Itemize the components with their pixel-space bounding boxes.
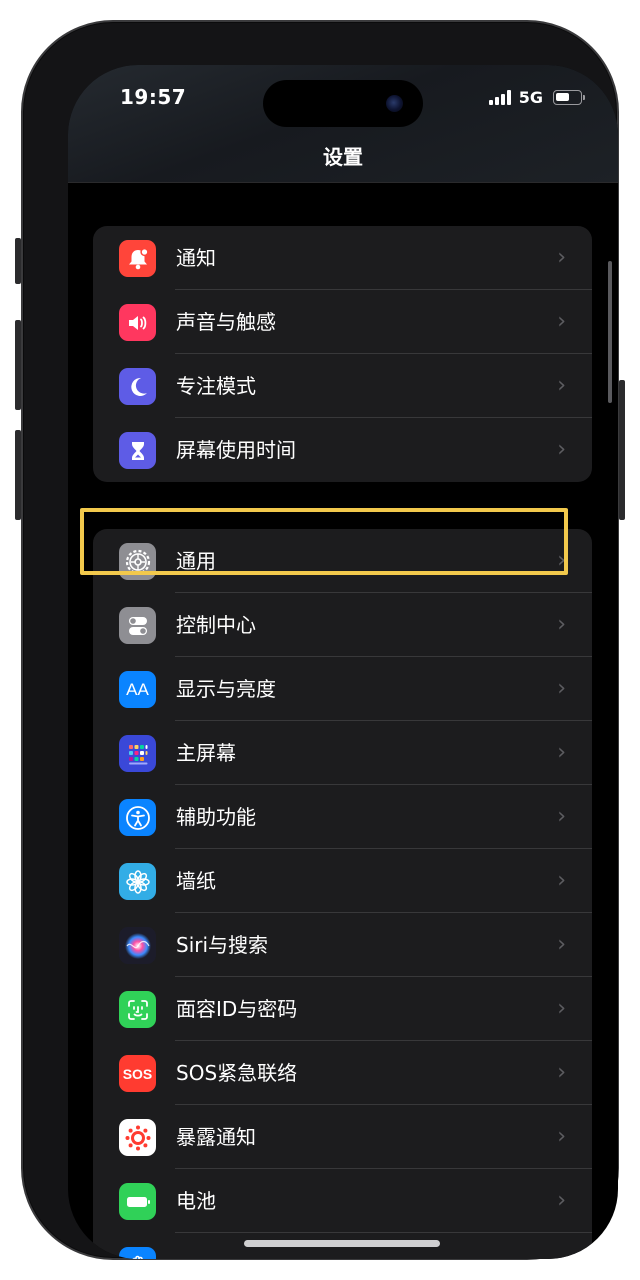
- settings-row-general[interactable]: 通用 ›: [93, 529, 592, 593]
- chevron-right-icon: ›: [557, 868, 566, 893]
- settings-row-label: 辅助功能: [176, 805, 256, 829]
- face-id-icon: [119, 991, 156, 1028]
- sos-icon: SOS: [119, 1055, 156, 1092]
- settings-group-1: 通知 › 声音与触感 › 专注模式 › 屏幕使用时间 ›: [93, 226, 592, 482]
- speaker-icon: [119, 304, 156, 341]
- battery-status-icon: [553, 90, 585, 105]
- settings-row-label: 电池: [176, 1189, 216, 1213]
- settings-row-label: 控制中心: [176, 613, 256, 637]
- siri-icon: [119, 927, 156, 964]
- phone-frame: 19:57 5G 设置 通知 › 声音与触感 › 专注模式 › 屏幕使用时间 ›…: [21, 20, 619, 1260]
- home-indicator[interactable]: [244, 1240, 440, 1247]
- gear-icon: [119, 543, 156, 580]
- settings-row-emergency-sos[interactable]: SOS SOS紧急联络 ›: [93, 1041, 592, 1105]
- settings-row-label: 屏幕使用时间: [176, 438, 296, 462]
- settings-row-label: 专注模式: [176, 374, 256, 398]
- navigation-header: 19:57 5G 设置: [68, 65, 618, 183]
- text-size-icon: AA: [119, 671, 156, 708]
- chevron-right-icon: ›: [557, 309, 566, 334]
- settings-row-label: 通知: [176, 246, 216, 270]
- settings-row-label: 通用: [176, 549, 216, 573]
- moon-icon: [119, 368, 156, 405]
- chevron-right-icon: ›: [557, 932, 566, 957]
- chevron-right-icon: ›: [557, 1233, 566, 1259]
- settings-row-label: SOS紧急联络: [176, 1061, 298, 1085]
- status-indicators: 5G: [488, 88, 585, 107]
- settings-row-notifications[interactable]: 通知 ›: [93, 226, 592, 290]
- settings-row-label: 声音与触感: [176, 310, 276, 334]
- chevron-right-icon: ›: [557, 996, 566, 1021]
- settings-row-label: 暴露通知: [176, 1125, 256, 1149]
- chevron-right-icon: ›: [557, 612, 566, 637]
- text-size-glyph: AA: [126, 679, 149, 699]
- chevron-right-icon: ›: [557, 1188, 566, 1213]
- settings-row-label: 面容ID与密码: [176, 997, 298, 1021]
- exposure-icon: [119, 1119, 156, 1156]
- settings-row-control-center[interactable]: 控制中心 ›: [93, 593, 592, 657]
- hourglass-icon: [119, 432, 156, 469]
- settings-row-home-screen[interactable]: 主屏幕 ›: [93, 721, 592, 785]
- settings-row-focus[interactable]: 专注模式 ›: [93, 354, 592, 418]
- scroll-indicator[interactable]: [608, 261, 612, 403]
- settings-row-exposure-notifications[interactable]: 暴露通知 ›: [93, 1105, 592, 1169]
- settings-row-display-brightness[interactable]: AA 显示与亮度 ›: [93, 657, 592, 721]
- bell-icon: [119, 240, 156, 277]
- chevron-right-icon: ›: [557, 245, 566, 270]
- settings-row-label: 主屏幕: [176, 741, 236, 765]
- battery-fill: [556, 93, 569, 101]
- settings-row-label: 显示与亮度: [176, 677, 276, 701]
- settings-row-sounds[interactable]: 声音与触感 ›: [93, 290, 592, 354]
- settings-row-wallpaper[interactable]: 墙纸 ›: [93, 849, 592, 913]
- flower-icon: [119, 863, 156, 900]
- settings-row-battery[interactable]: 电池 ›: [93, 1169, 592, 1233]
- network-type: 5G: [518, 88, 543, 107]
- battery-icon: [119, 1183, 156, 1220]
- settings-row-accessibility[interactable]: 辅助功能 ›: [93, 785, 592, 849]
- chevron-right-icon: ›: [557, 676, 566, 701]
- settings-row-screen-time[interactable]: 屏幕使用时间 ›: [93, 418, 592, 482]
- page-title: 设置: [323, 145, 363, 169]
- accessibility-icon: [119, 799, 156, 836]
- settings-row-face-id-passcode[interactable]: 面容ID与密码 ›: [93, 977, 592, 1041]
- screen: 19:57 5G 设置 通知 › 声音与触感 › 专注模式 › 屏幕使用时间 ›…: [68, 65, 618, 1259]
- settings-group-2: 通用 › 控制中心 › AA 显示与亮度 › 主屏幕 › 辅助功能 › 墙纸 ›…: [93, 529, 592, 1259]
- home-grid-icon: [119, 735, 156, 772]
- toggles-icon: [119, 607, 156, 644]
- sos-glyph: SOS: [122, 1065, 153, 1082]
- chevron-right-icon: ›: [557, 373, 566, 398]
- chevron-right-icon: ›: [557, 1060, 566, 1085]
- cellular-signal-icon: [488, 90, 511, 105]
- dynamic-island: [263, 80, 423, 127]
- hand-icon: [119, 1247, 156, 1259]
- chevron-right-icon: ›: [557, 437, 566, 462]
- camera-icon: [386, 95, 403, 112]
- status-time: 19:57: [120, 85, 187, 109]
- power-button: [619, 380, 625, 520]
- chevron-right-icon: ›: [557, 548, 566, 573]
- settings-row-label: Siri与搜索: [176, 933, 269, 957]
- chevron-right-icon: ›: [557, 740, 566, 765]
- settings-row-siri-search[interactable]: Siri与搜索 ›: [93, 913, 592, 977]
- chevron-right-icon: ›: [557, 1124, 566, 1149]
- chevron-right-icon: ›: [557, 804, 566, 829]
- settings-row-label: 墙纸: [176, 869, 216, 893]
